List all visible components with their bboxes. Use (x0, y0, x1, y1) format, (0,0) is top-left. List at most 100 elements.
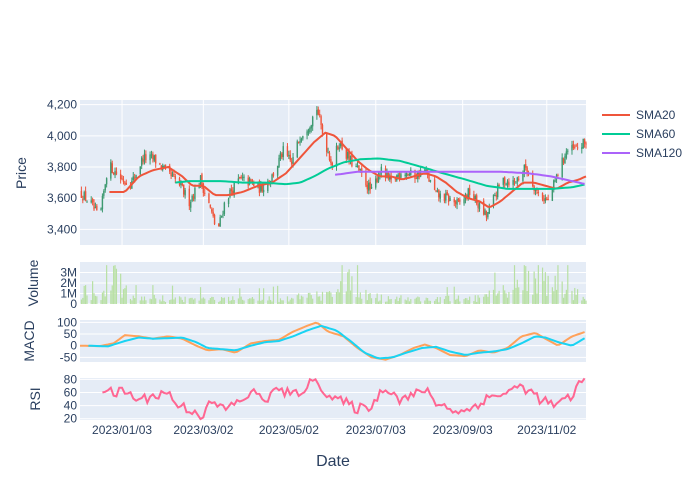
volume-bar (110, 290, 112, 304)
volume-bar (435, 299, 437, 304)
candle-body (487, 212, 489, 218)
volume-bar (183, 302, 185, 304)
volume-bar (384, 301, 387, 304)
volume-bar (394, 299, 396, 304)
candle-body (575, 145, 577, 147)
volume-bar (477, 295, 479, 304)
volume-bar (414, 298, 416, 304)
candle-body (478, 202, 481, 210)
candle-body (494, 194, 496, 196)
candle-body (443, 193, 446, 202)
volume-bar (537, 265, 539, 304)
volume-bar (190, 297, 192, 304)
volume-bar (170, 299, 172, 304)
volume-bar (565, 289, 567, 304)
candle-body (202, 183, 205, 193)
candle-body (551, 189, 554, 201)
volume-bar (340, 281, 342, 304)
volume-bar (583, 298, 586, 304)
candle-body (547, 198, 549, 200)
volume-bar (513, 265, 516, 304)
candle-body (457, 198, 460, 201)
volume-bar (258, 288, 261, 304)
volume-bar (131, 300, 133, 304)
candle-body (320, 116, 322, 125)
volume-bar (534, 278, 537, 304)
price-tick-label: 3,400 (47, 222, 77, 236)
volume-bar (82, 297, 84, 304)
candle-body (449, 197, 451, 202)
volume-bar (80, 299, 83, 304)
volume-bar (141, 296, 143, 304)
volume-bar (233, 299, 235, 304)
volume-bar (526, 291, 528, 304)
volume-bar (139, 300, 141, 304)
volume-bar (390, 298, 392, 304)
candle-body (282, 146, 284, 157)
volume-bar (120, 273, 122, 304)
volume-bar (121, 297, 123, 304)
candle-body (302, 136, 304, 139)
candle-body (318, 114, 321, 116)
candle-body (174, 176, 177, 179)
candle-body (241, 177, 244, 179)
candle-body (554, 180, 556, 182)
volume-bar (436, 297, 439, 304)
x-tick-label: 2023/01/03 (92, 423, 152, 437)
volume-bar (408, 301, 410, 304)
candle-body (229, 189, 231, 198)
volume-bar (114, 265, 116, 304)
volume-bar (261, 299, 263, 304)
volume-bar (410, 299, 412, 304)
volume-bar (319, 296, 321, 304)
candle-body (447, 195, 450, 202)
candle-body (405, 172, 408, 177)
candle-body (376, 177, 378, 183)
candle-body (398, 173, 401, 178)
candle-body (247, 177, 249, 186)
volume-bar (449, 301, 451, 304)
volume-bar (338, 292, 340, 304)
candle-body (290, 161, 293, 164)
volume-bar (370, 298, 373, 304)
candle-body (276, 165, 279, 176)
candle-body (191, 195, 193, 201)
volume-bar (417, 296, 419, 304)
volume-bar (429, 300, 432, 304)
candle-body (327, 152, 329, 154)
candle-body (325, 132, 328, 153)
volume-bar (201, 298, 203, 304)
price-panel: 3,400 3,600 3,800 4,000 4,200 Price (13, 98, 587, 420)
volume-bar (368, 293, 370, 304)
volume-bar (478, 297, 481, 304)
volume-bar (567, 265, 569, 304)
volume-bar (142, 300, 144, 304)
volume-bar (488, 290, 490, 304)
volume-bar (377, 301, 380, 304)
candle-body (317, 109, 319, 115)
candle-body (119, 173, 122, 180)
volume-bar (445, 296, 447, 304)
volume-bar (106, 265, 108, 304)
candle-body (190, 201, 192, 208)
candle-body (306, 131, 308, 136)
volume-bar (505, 293, 507, 304)
candle-body (415, 177, 418, 179)
candle-body (453, 199, 455, 203)
candle-body (316, 109, 318, 116)
volume-bar (459, 301, 461, 304)
candle-body (321, 124, 324, 134)
candle-body (498, 184, 500, 187)
volume-bar (328, 291, 331, 304)
volume-bar (428, 300, 430, 304)
volume-bar (456, 298, 458, 304)
candle-body (181, 183, 184, 186)
volume-bar (348, 269, 350, 304)
volume-bar (369, 293, 371, 304)
candle-body (80, 190, 83, 198)
volume-bar (532, 294, 534, 304)
volume-bar (198, 300, 200, 304)
volume-bar (585, 300, 587, 304)
candle-body (164, 164, 167, 167)
volume-bar (497, 293, 499, 304)
